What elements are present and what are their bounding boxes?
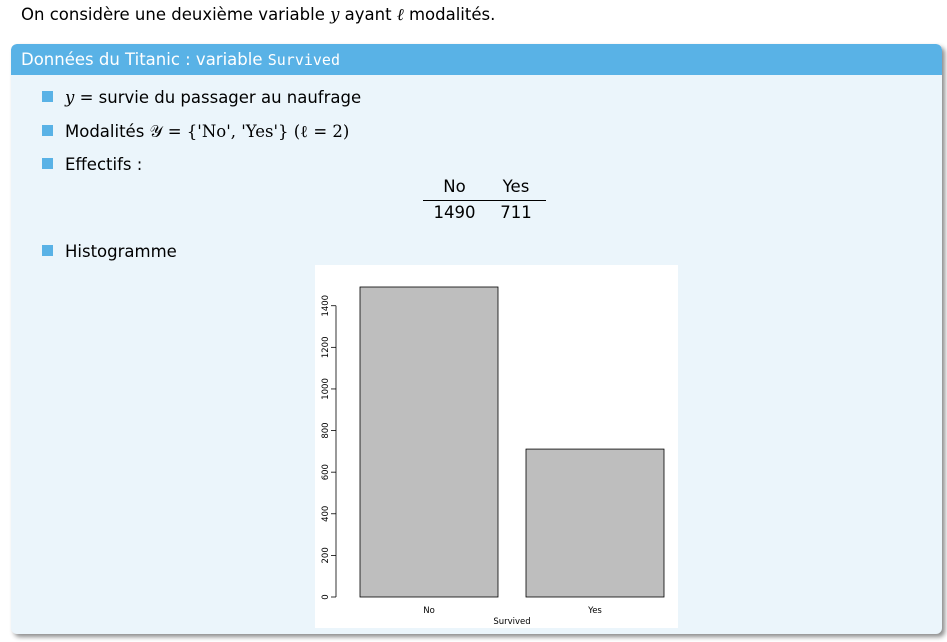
y-tick-label: 200 xyxy=(321,547,331,563)
intro-var-l: ℓ xyxy=(396,5,404,24)
y-tick-label: 1000 xyxy=(321,378,331,400)
bullet-icon xyxy=(42,125,53,136)
intro-prefix: On considère une deuxième variable xyxy=(21,5,331,24)
intro-suffix: modalités. xyxy=(403,5,496,24)
table-header-yes: Yes xyxy=(502,177,530,196)
table-row: 1490 711 xyxy=(423,201,546,225)
y-tick-label: 0 xyxy=(321,594,331,599)
histogram-chart: 0 200 400 600 800 1000 1200 1400 No Yes Survived xyxy=(315,265,678,628)
x-tick-label: Yes xyxy=(587,606,602,616)
bullet-icon xyxy=(42,245,53,256)
x-axis-label: Survived xyxy=(493,617,530,627)
item-eq: = xyxy=(74,88,99,107)
block-title: Données du Titanic : variable Survived xyxy=(11,44,942,75)
x-tick-label: No xyxy=(423,606,435,616)
table-cell-no: 1490 xyxy=(433,203,476,222)
effectifs-table: No Yes 1490 711 xyxy=(423,174,546,225)
item-text: survie du passager au naufrage xyxy=(98,88,362,107)
bullet-icon xyxy=(42,158,53,169)
bullet-icon xyxy=(42,91,53,102)
item-text: Histogramme xyxy=(65,242,177,261)
item-text: Modalités xyxy=(65,122,150,141)
item-math-y: y xyxy=(65,88,75,107)
table-header-no: No xyxy=(443,177,466,196)
item-text: Effectifs : xyxy=(65,155,143,174)
y-tick-label: 400 xyxy=(321,506,331,522)
y-tick-label: 800 xyxy=(321,422,331,438)
block-title-text: Données du Titanic : variable xyxy=(21,50,268,69)
list-item: y = survie du passager au naufrage xyxy=(42,87,361,109)
y-tick-label: 1400 xyxy=(321,295,331,317)
y-tick-label: 600 xyxy=(321,464,331,480)
intro-sentence: On considère une deuxième variable y aya… xyxy=(21,4,495,26)
y-tick-label: 1200 xyxy=(321,337,331,359)
list-item: Modalités 𝒴 = {'No', 'Yes'} (ℓ = 2) xyxy=(42,121,349,143)
table-header-row: No Yes xyxy=(423,174,546,201)
item-math-modalites: 𝒴 = {'No', 'Yes'} (ℓ = 2) xyxy=(149,122,350,141)
list-item: Histogramme xyxy=(42,241,177,263)
intro-middle: ayant xyxy=(339,5,397,24)
block-title-code: Survived xyxy=(267,51,340,69)
list-item: Effectifs : xyxy=(42,154,142,176)
chart-svg: 0 200 400 600 800 1000 1200 1400 No Yes Survived xyxy=(321,286,665,627)
bar-no xyxy=(359,286,499,598)
titanic-block: Données du Titanic : variable Survived y… xyxy=(11,44,942,634)
table-cell-yes: 711 xyxy=(500,203,532,222)
bar-yes xyxy=(525,448,665,598)
